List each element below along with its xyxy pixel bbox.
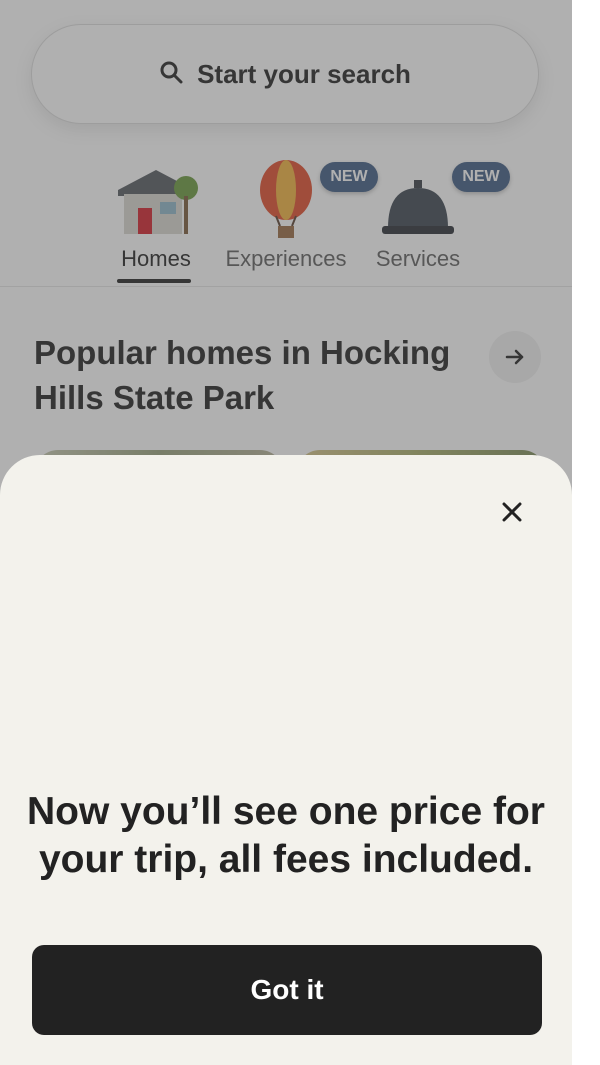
close-icon <box>502 502 522 522</box>
right-edge <box>572 0 600 1065</box>
sheet-title: Now you’ll see one price for your trip, … <box>27 790 545 881</box>
got-it-button[interactable]: Got it <box>32 945 542 1035</box>
close-button[interactable] <box>490 490 534 534</box>
home-page: Start your search Homes Experiences Serv… <box>0 0 572 1065</box>
